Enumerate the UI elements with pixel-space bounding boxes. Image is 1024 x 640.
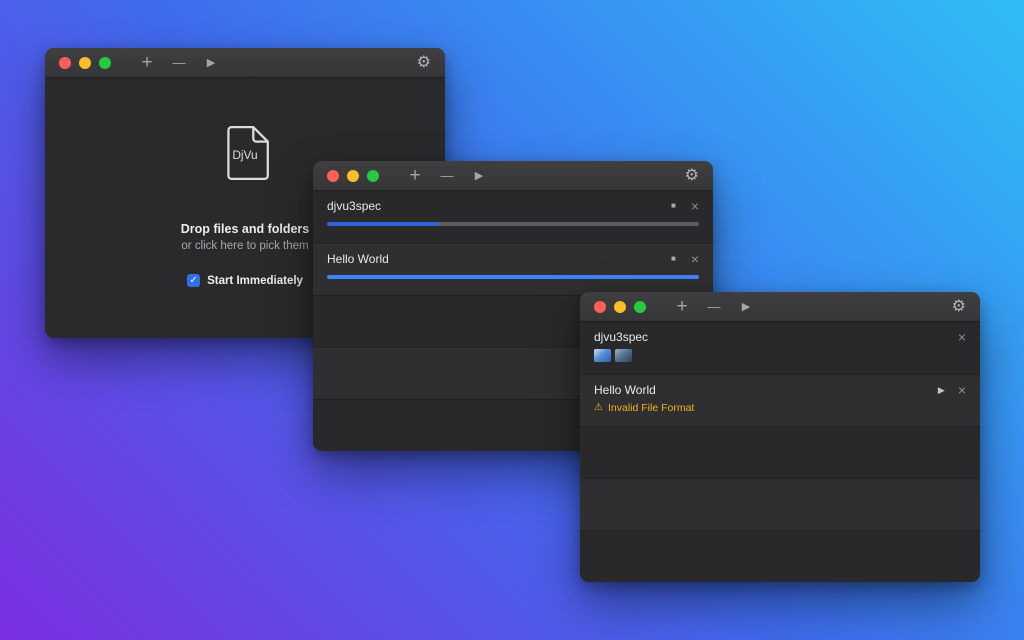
start-immediately-checkbox[interactable]: ✓ Start Immediately: [187, 274, 303, 287]
page-thumbnail-icon[interactable]: [594, 349, 611, 362]
empty-row: [580, 478, 980, 530]
settings-gear-icon[interactable]: ⚙: [417, 55, 431, 71]
clear-list-button[interactable]: —: [163, 55, 195, 70]
zoom-window-button[interactable]: [367, 170, 379, 182]
add-files-button[interactable]: +: [666, 297, 698, 316]
minimize-window-button[interactable]: [347, 170, 359, 182]
titlebar[interactable]: + — ▶ ⚙: [580, 292, 980, 322]
error-line: ⚠ Invalid File Format: [594, 402, 966, 414]
retry-button[interactable]: ▶: [938, 386, 945, 395]
page-thumbnail-icon[interactable]: [615, 349, 632, 362]
queue-item[interactable]: djvu3spec ■ ×: [313, 191, 713, 243]
start-all-button[interactable]: ▶: [730, 300, 762, 313]
result-item[interactable]: Hello World ▶ × ⚠ Invalid File Format: [580, 374, 980, 426]
desktop-background: + — ▶ ⚙ DjVu Drop files and folders or c…: [0, 0, 1024, 640]
titlebar[interactable]: + — ▶ ⚙: [313, 161, 713, 191]
start-all-button[interactable]: ▶: [195, 56, 227, 69]
remove-item-button[interactable]: ×: [691, 252, 699, 266]
progress-fill: [327, 275, 699, 279]
toolbar: + — ▶: [131, 53, 227, 72]
empty-row: [580, 530, 980, 582]
minimize-window-button[interactable]: [79, 57, 91, 69]
start-all-button[interactable]: ▶: [463, 169, 495, 182]
result-item[interactable]: djvu3spec ×: [580, 322, 980, 374]
progress-bar: [327, 222, 699, 226]
stop-button[interactable]: ■: [671, 202, 676, 210]
progress-bar: [327, 275, 699, 279]
remove-item-button[interactable]: ×: [958, 383, 966, 397]
item-name: djvu3spec: [327, 199, 671, 213]
empty-row: [580, 426, 980, 478]
error-message: Invalid File Format: [608, 402, 694, 414]
clear-list-button[interactable]: —: [431, 168, 463, 183]
close-window-button[interactable]: [327, 170, 339, 182]
toolbar: + — ▶: [666, 297, 762, 316]
checkbox-label: Start Immediately: [207, 275, 303, 287]
doc-icon-label: DjVu: [232, 148, 257, 162]
traffic-lights: [594, 301, 646, 313]
traffic-lights: [327, 170, 379, 182]
toolbar: + — ▶: [399, 166, 495, 185]
traffic-lights: [59, 57, 111, 69]
zoom-window-button[interactable]: [634, 301, 646, 313]
add-files-button[interactable]: +: [399, 166, 431, 185]
drop-title: Drop files and folders: [181, 222, 310, 236]
window-results-list: + — ▶ ⚙ djvu3spec × Hello World ▶: [580, 292, 980, 582]
item-name: djvu3spec: [594, 330, 958, 344]
zoom-window-button[interactable]: [99, 57, 111, 69]
item-name: Hello World: [594, 383, 938, 397]
item-name: Hello World: [327, 252, 671, 266]
close-window-button[interactable]: [594, 301, 606, 313]
remove-item-button[interactable]: ×: [691, 199, 699, 213]
close-window-button[interactable]: [59, 57, 71, 69]
add-files-button[interactable]: +: [131, 53, 163, 72]
djvu-document-icon: DjVu: [216, 124, 274, 182]
progress-fill: [327, 222, 439, 226]
queue-item[interactable]: Hello World ■ ×: [313, 243, 713, 295]
checkmark-icon: ✓: [189, 276, 197, 286]
remove-item-button[interactable]: ×: [958, 330, 966, 344]
titlebar[interactable]: + — ▶ ⚙: [45, 48, 445, 78]
settings-gear-icon[interactable]: ⚙: [685, 168, 699, 184]
result-thumbnails: [594, 349, 966, 362]
warning-icon: ⚠: [594, 403, 603, 413]
stop-button[interactable]: ■: [671, 255, 676, 263]
checkbox-box[interactable]: ✓: [187, 274, 200, 287]
drop-subtitle: or click here to pick them: [181, 240, 308, 252]
minimize-window-button[interactable]: [614, 301, 626, 313]
settings-gear-icon[interactable]: ⚙: [952, 299, 966, 315]
clear-list-button[interactable]: —: [698, 299, 730, 314]
results-list: djvu3spec × Hello World ▶ × ⚠ Invalid Fi…: [580, 322, 980, 582]
